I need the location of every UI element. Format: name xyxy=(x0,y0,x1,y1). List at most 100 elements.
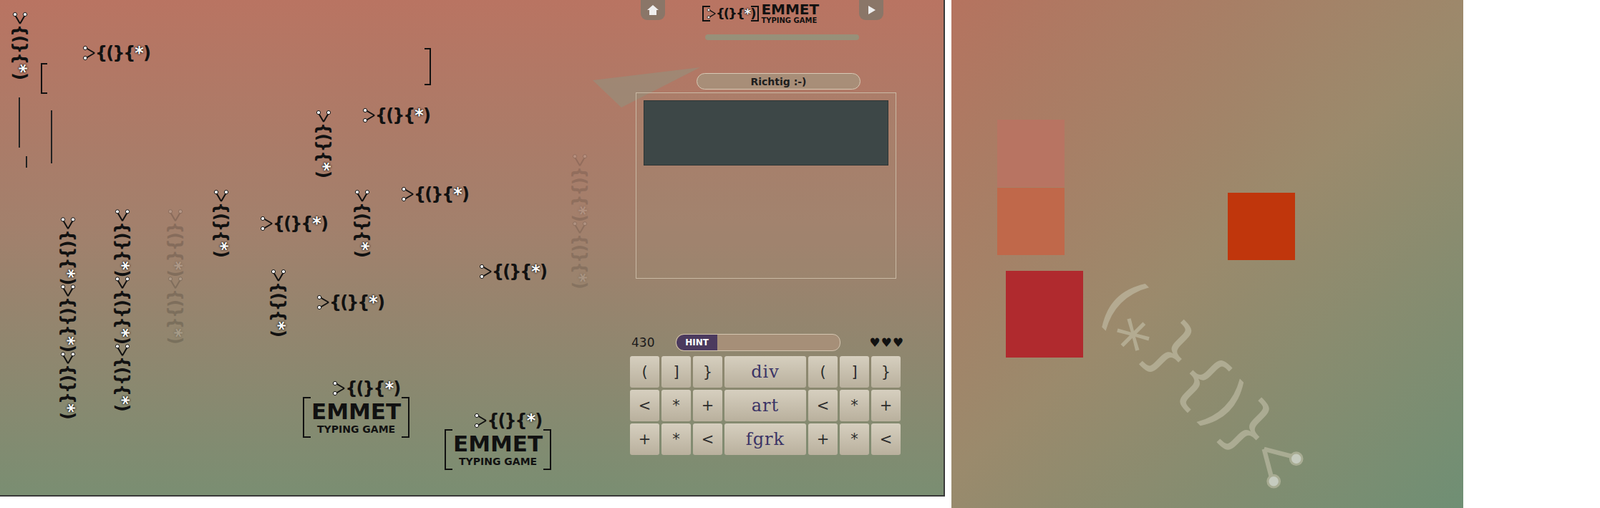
emmet-logo: {(}{*)EMMETTYPING GAME xyxy=(444,411,552,470)
bracket-mark xyxy=(423,47,431,86)
key-button[interactable]: ( xyxy=(808,355,838,388)
antenna-icon xyxy=(473,412,487,429)
key-button[interactable]: + xyxy=(808,423,838,455)
color-square xyxy=(1005,270,1084,358)
logo-sprite: {(}{*) xyxy=(259,214,328,232)
key-button[interactable]: < xyxy=(692,423,723,455)
lives: ♥♥♥ xyxy=(869,335,904,350)
antenna-icon xyxy=(167,208,184,222)
header-logo: {(}{*) EMMETTYPING GAME xyxy=(702,2,819,26)
heart: ♥ xyxy=(881,335,892,350)
key-button[interactable]: + xyxy=(871,389,901,421)
antenna-icon xyxy=(213,188,230,202)
logo-mark: {(}{*) xyxy=(166,221,184,276)
faded-logo: {(}{*) xyxy=(1087,272,1317,502)
key-button[interactable]: ( xyxy=(629,355,660,388)
color-square xyxy=(1227,192,1296,260)
key-button[interactable]: * xyxy=(839,389,870,421)
line-mark xyxy=(50,110,53,164)
antenna-icon xyxy=(60,283,76,297)
logo-mark: {(}{*) xyxy=(113,355,132,411)
key-button[interactable]: ] xyxy=(839,355,870,388)
score: 430 xyxy=(631,335,668,350)
key-button[interactable]: < xyxy=(808,389,838,421)
key-button[interactable]: } xyxy=(692,355,723,388)
antenna-icon xyxy=(114,342,131,356)
key-button[interactable]: } xyxy=(871,355,901,388)
logo-sprite: {(}{*) xyxy=(11,11,29,79)
logo-mark: {(}{*) xyxy=(95,44,150,62)
play-icon xyxy=(865,4,877,16)
code-screen[interactable] xyxy=(643,100,889,166)
key-button[interactable]: art xyxy=(724,389,807,421)
logo-mark: {(}{*) xyxy=(571,166,589,221)
logo-mark: {(}{*) xyxy=(212,201,230,257)
play-button[interactable] xyxy=(859,0,884,21)
antenna-icon xyxy=(332,380,346,396)
logo-sprite: {(}{*) xyxy=(478,262,547,280)
antenna-icon xyxy=(270,268,287,282)
logo-sprite: {(}{*){(}{*) xyxy=(166,208,184,343)
logo-sprite: {(}{*){(}{*){(}{*) xyxy=(59,216,77,418)
key-button[interactable]: * xyxy=(839,423,870,455)
antenna-icon xyxy=(706,7,716,20)
logo-sprite: {(}{*) xyxy=(82,44,150,62)
logo-subtitle: TYPING GAME xyxy=(317,423,396,436)
logo-mark: {(}{*) xyxy=(269,281,288,336)
logo-title: EMMET xyxy=(760,2,819,17)
header-bar xyxy=(705,34,860,41)
logo-mark: {(}{*) xyxy=(345,379,400,397)
status-message: Richtig :-) xyxy=(696,73,861,90)
key-button[interactable]: div xyxy=(724,355,807,388)
logo-mark: {(}{*) xyxy=(353,201,371,257)
home-button[interactable] xyxy=(640,0,666,21)
logo-sprite: {(}{*) xyxy=(314,109,333,177)
logo-box: EMMETTYPING GAME xyxy=(444,428,552,470)
logo-mark: {(}{*) xyxy=(11,24,29,79)
key-button[interactable]: ] xyxy=(661,355,691,388)
logo-mark: {(}{*) xyxy=(375,106,430,124)
logo-sprite: {(}{*) xyxy=(316,293,384,311)
logo-mark: {(}{*) xyxy=(486,411,542,429)
hint-bar[interactable]: HINT xyxy=(675,333,841,351)
key-button[interactable]: fgrk xyxy=(724,423,807,455)
header-logo-text: EMMETTYPING GAME xyxy=(760,2,819,26)
logo-sprite: {(}{*){(}{*) xyxy=(571,153,589,288)
antenna-icon xyxy=(114,208,131,222)
logo-mark: {(}{*) xyxy=(113,221,132,276)
logo-mark-row: {(}{*) xyxy=(473,411,542,429)
keyboard: (]}div(]}<*+art<*++*<fgrk+*< xyxy=(629,355,901,455)
key-button[interactable]: < xyxy=(629,389,660,421)
key-button[interactable]: * xyxy=(661,389,691,421)
key-button[interactable]: * xyxy=(661,423,691,455)
logo-sprite: {(}{*) xyxy=(269,268,288,336)
logo-sprite: {(}{*){(}{*){(}{*) xyxy=(113,208,132,410)
key-button[interactable]: + xyxy=(692,389,723,421)
logo-subtitle: TYPING GAME xyxy=(458,455,537,468)
emmet-logo: {(}{*) EMMETTYPING GAME xyxy=(302,379,410,438)
logo-sprite: {(}{*) xyxy=(362,106,430,124)
logo-mark: {(}{*) xyxy=(59,229,77,284)
bracket-mark xyxy=(40,62,48,94)
antenna-icon xyxy=(60,350,76,364)
logo-mark: {(}{*) xyxy=(1087,272,1286,471)
logo-mark: {(}{*) xyxy=(314,122,333,177)
antenna-icon xyxy=(167,275,184,289)
heart: ♥ xyxy=(892,335,904,350)
key-button[interactable]: < xyxy=(871,423,901,455)
header-logo-mark: {(}{*) xyxy=(702,5,759,22)
color-square xyxy=(997,187,1065,255)
antenna-icon xyxy=(316,294,330,310)
logo-mark: {(}{*) xyxy=(59,363,77,419)
preview-panel: {(}{*) xyxy=(951,0,1464,508)
antenna-icon xyxy=(315,109,332,123)
key-button[interactable]: + xyxy=(629,423,660,455)
logo-title: EMMET xyxy=(311,399,401,424)
color-square xyxy=(997,119,1065,187)
antenna-icon xyxy=(400,186,414,202)
logo-mark: {(}{*) xyxy=(715,7,755,21)
logo-sprite: {(}{*) xyxy=(400,185,469,203)
antenna-icon xyxy=(571,220,588,234)
home-icon xyxy=(646,3,660,17)
logo-subtitle: TYPING GAME xyxy=(760,16,819,26)
